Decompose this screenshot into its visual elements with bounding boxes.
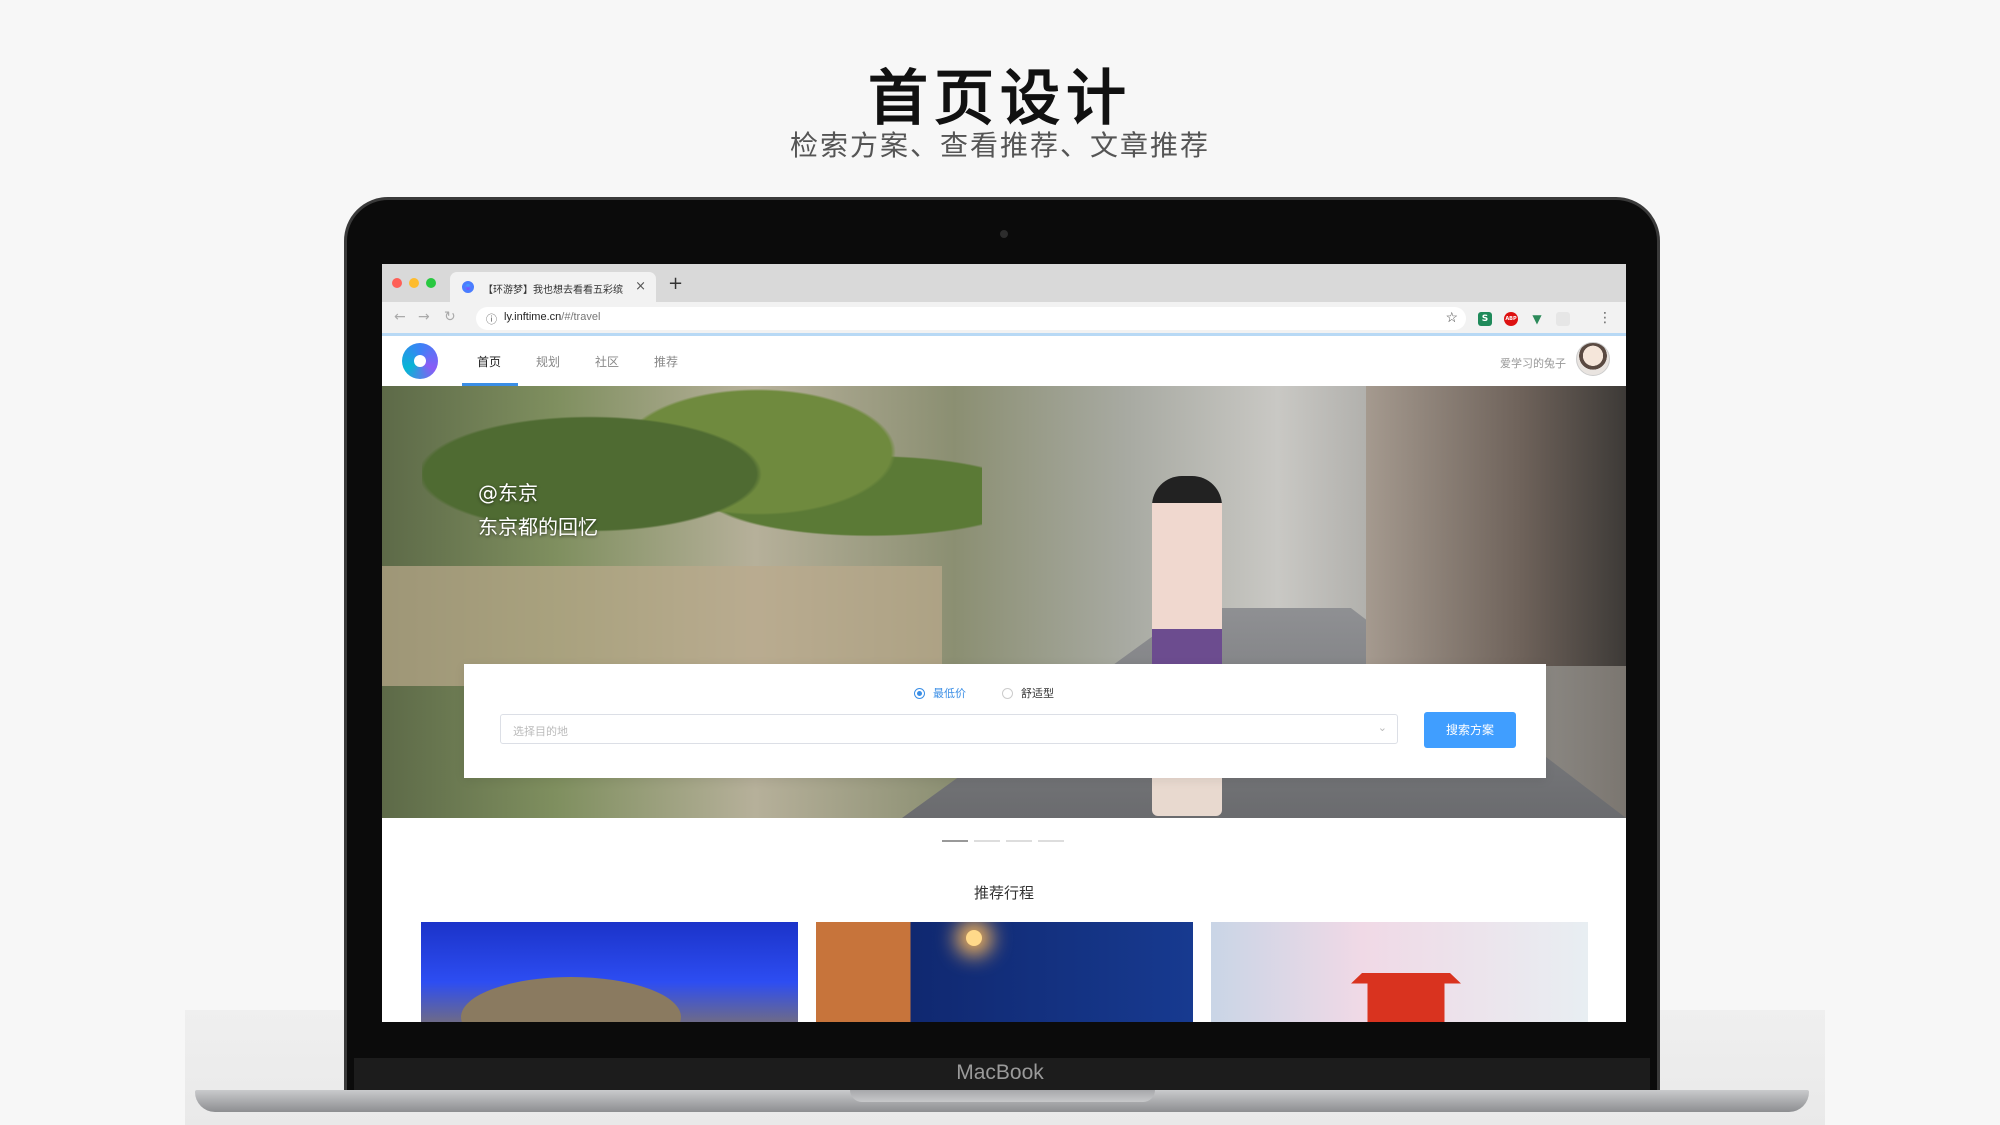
radio-lowest-price[interactable]: 最低价 [914, 685, 966, 701]
avatar[interactable] [1576, 342, 1610, 376]
vue-devtools-icon[interactable]: ▼ [1530, 312, 1544, 326]
info-icon[interactable]: ⓘ [486, 311, 497, 327]
forward-icon[interactable]: → [418, 309, 430, 325]
carousel-dot[interactable] [1038, 840, 1064, 842]
trip-card[interactable] [421, 922, 798, 1022]
reload-icon[interactable]: ↻ [444, 309, 456, 325]
page-subtitle: 检索方案、查看推荐、文章推荐 [789, 129, 1210, 162]
macbook-label: MacBook [956, 1061, 1044, 1084]
tab-title: 【环游梦】我也想去看看五彩缤 [483, 285, 623, 296]
radio-label: 舒适型 [1021, 687, 1054, 700]
hero-location: @东京 [478, 481, 538, 505]
new-tab-button[interactable]: + [668, 273, 683, 294]
extension-blank-icon[interactable] [1556, 312, 1570, 326]
minimize-window-button[interactable] [409, 278, 419, 288]
nav-item-recommend[interactable]: 推荐 [654, 353, 678, 370]
destination-placeholder: 选择目的地 [513, 725, 568, 738]
extension-s-icon[interactable]: S [1478, 312, 1492, 326]
laptop-notch [850, 1090, 1155, 1102]
browser-tabbar: 【环游梦】我也想去看看五彩缤 × + [382, 264, 1626, 302]
search-card: 最低价 舒适型 选择目的地 ⌄ 搜索方案 [464, 664, 1546, 778]
tab-close-button[interactable]: × [635, 279, 646, 294]
hero-building [1366, 386, 1626, 666]
close-window-button[interactable] [392, 278, 402, 288]
radio-comfort[interactable]: 舒适型 [1002, 685, 1054, 701]
url-path: /#/travel [561, 311, 601, 323]
destination-select[interactable]: 选择目的地 ⌄ [500, 714, 1398, 744]
section-title: 推荐行程 [973, 884, 1034, 902]
carousel-dot[interactable] [974, 840, 1000, 842]
hero-title: @东京 东京都的回忆 [478, 476, 598, 544]
hero-caption: 东京都的回忆 [478, 515, 598, 539]
search-plan-button[interactable]: 搜索方案 [1424, 712, 1516, 748]
adblock-icon[interactable]: ABP [1504, 312, 1518, 326]
back-icon[interactable]: ← [394, 309, 406, 325]
address-bar[interactable]: ⓘ ly.inftime.cn/#/travel ☆ [476, 307, 1466, 330]
username[interactable]: 爱学习的兔子 [1500, 355, 1566, 371]
trip-card[interactable] [816, 922, 1193, 1022]
browser-menu-icon[interactable]: ⋮ [1598, 310, 1612, 326]
radio-label: 最低价 [933, 687, 966, 700]
maximize-window-button[interactable] [426, 278, 436, 288]
carousel-dot[interactable] [942, 840, 968, 842]
chevron-down-icon: ⌄ [1377, 721, 1387, 734]
app-logo[interactable] [402, 343, 438, 379]
radio-dot [914, 688, 925, 699]
carousel-dot[interactable] [1006, 840, 1032, 842]
carousel-indicators [942, 827, 1070, 846]
nav-item-home[interactable]: 首页 [477, 353, 501, 370]
favicon-icon [462, 281, 474, 293]
trip-card[interactable] [1211, 922, 1588, 1022]
nav-item-community[interactable]: 社区 [595, 353, 619, 370]
camera-icon [1000, 230, 1008, 238]
browser-toolbar: ← → ↻ ⓘ ly.inftime.cn/#/travel ☆ S ABP ▼… [382, 302, 1626, 336]
nav-item-plan[interactable]: 规划 [536, 353, 560, 370]
radio-dot [1002, 688, 1013, 699]
laptop-screen: 【环游梦】我也想去看看五彩缤 × + ← → ↻ ⓘ ly.inftime.cn… [382, 264, 1626, 1022]
browser-tab[interactable]: 【环游梦】我也想去看看五彩缤 × [450, 272, 656, 302]
url-host: ly.inftime.cn [504, 311, 562, 323]
app-header: 首页 规划 社区 推荐 爱学习的兔子 [382, 336, 1626, 386]
bookmark-star-icon[interactable]: ☆ [1445, 309, 1458, 326]
